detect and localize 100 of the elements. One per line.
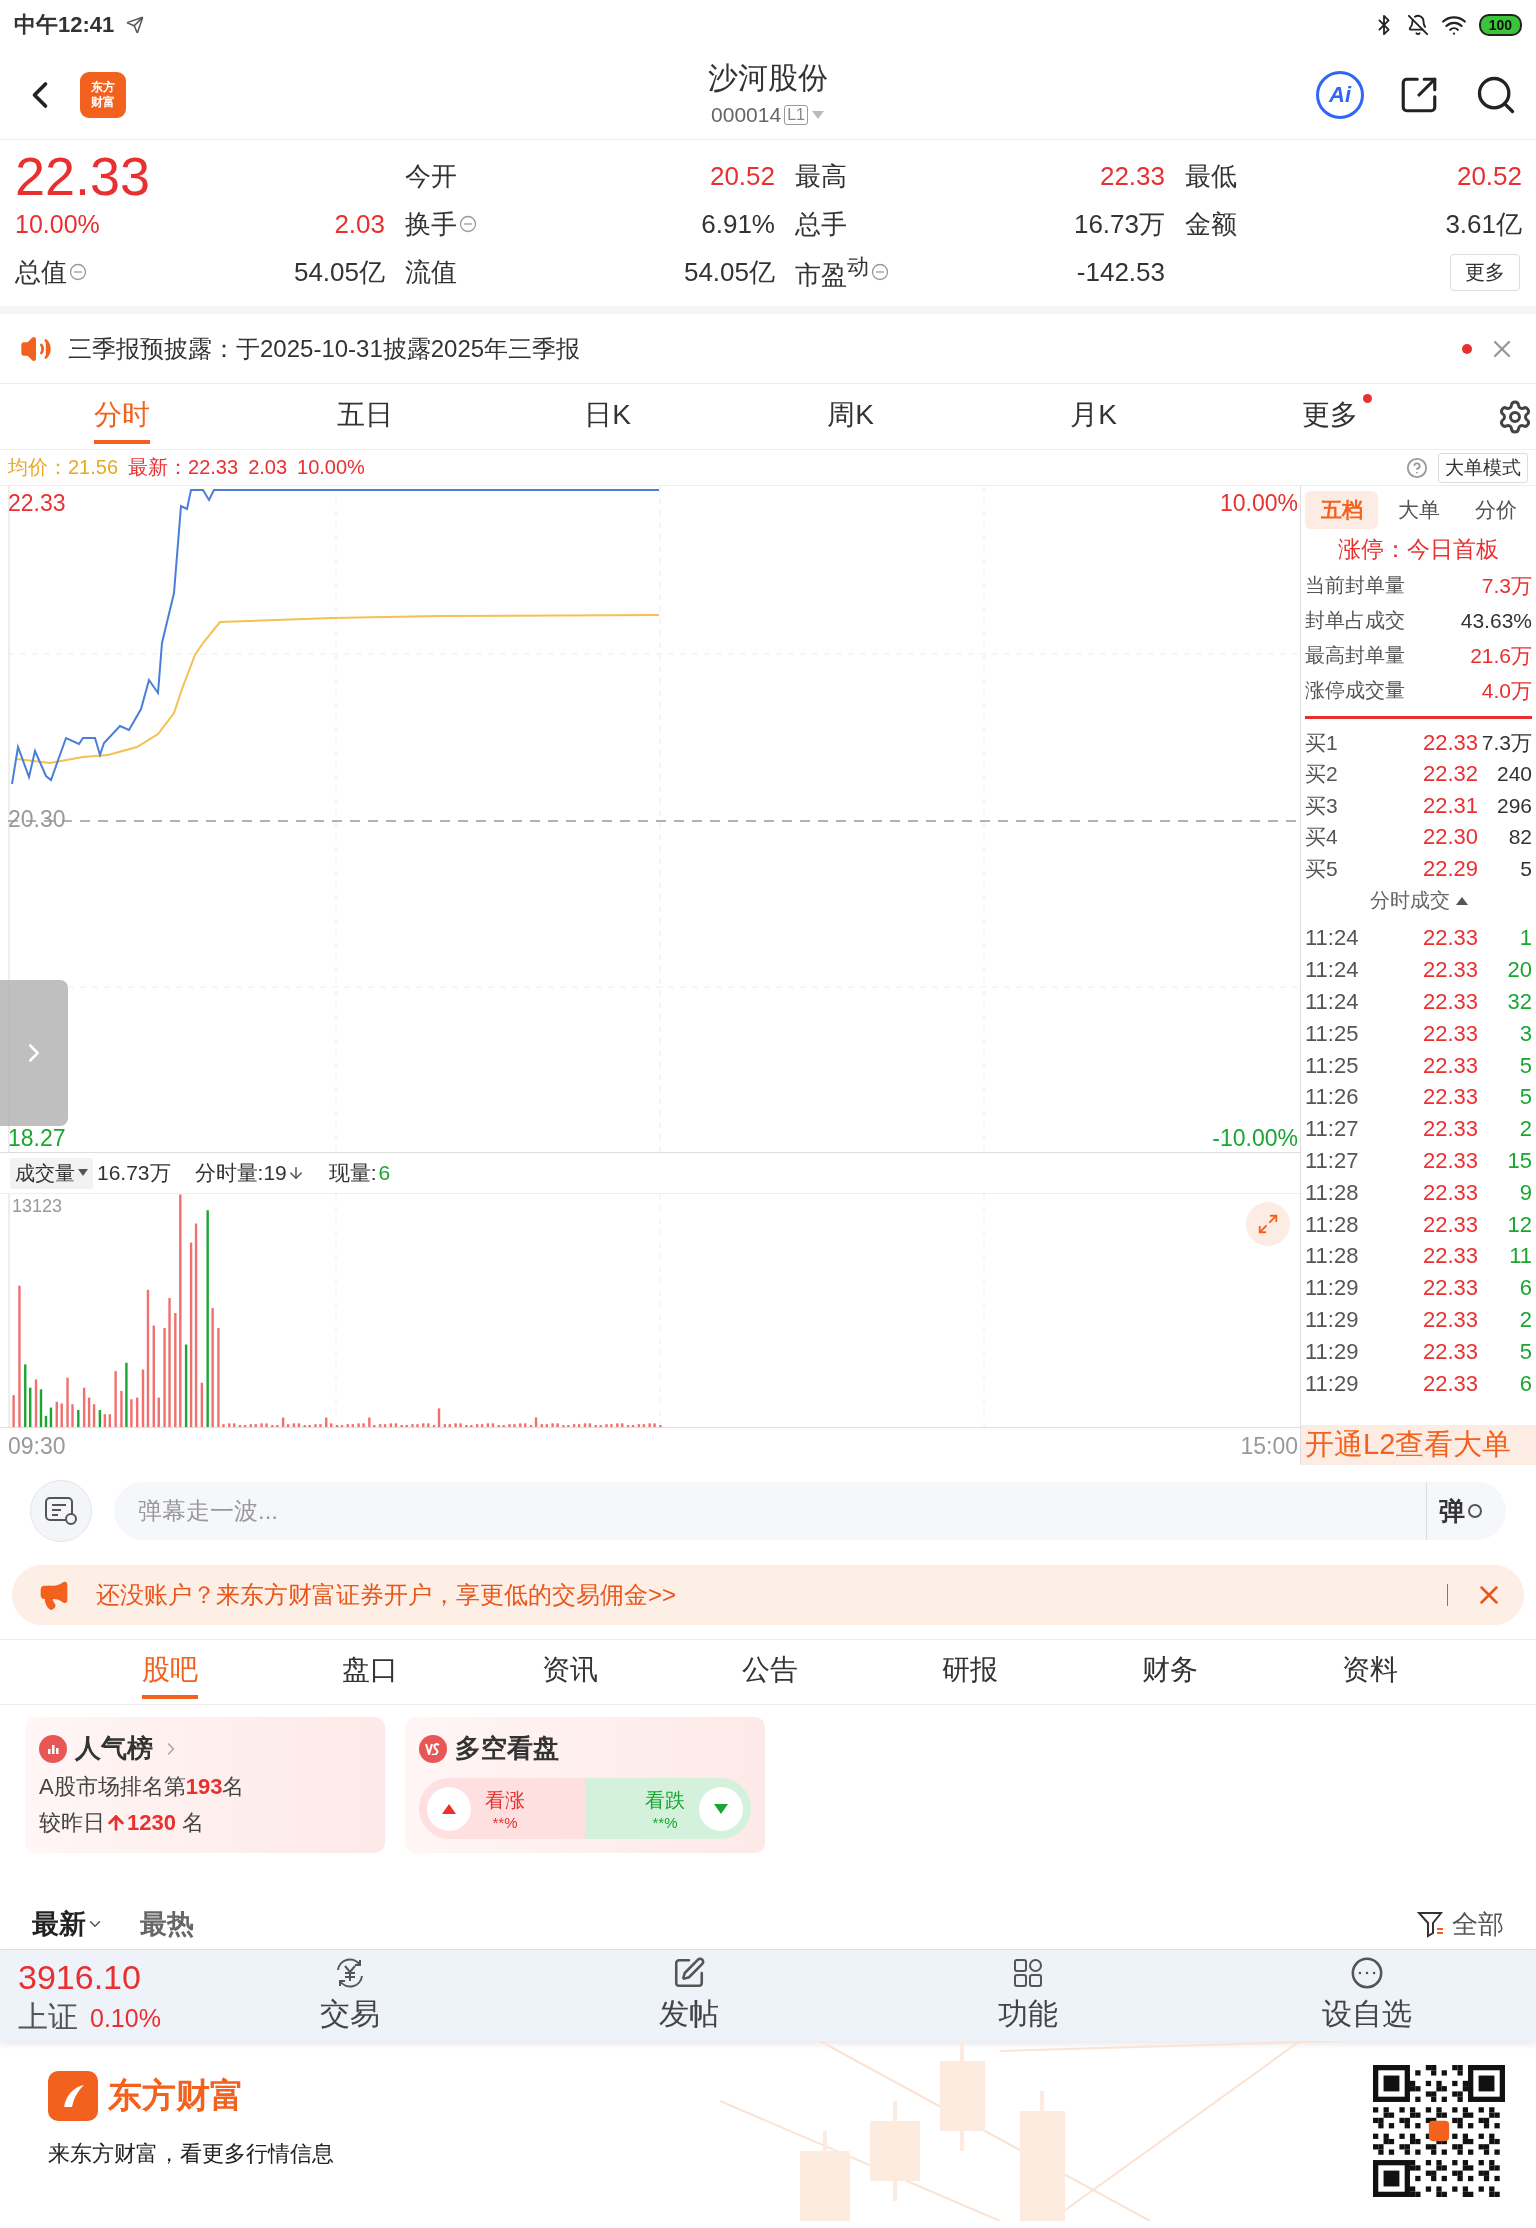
help-icon[interactable] [1406,456,1428,479]
chart-tab[interactable]: 更多 [1301,389,1372,444]
trade-volume: 6 [1518,1370,1532,1397]
settings-icon[interactable] [1497,398,1533,435]
volume-bar [77,1410,80,1427]
mute-icon [1406,14,1429,36]
chart-tab[interactable]: 日K [584,389,631,444]
chart-tab[interactable]: 五日 [336,389,393,444]
toolbar-action[interactable]: 功能 [858,1950,1197,2041]
trade-price: 22.33 [1421,1179,1478,1206]
danmaku-settings-icon [44,1496,78,1526]
more-button[interactable]: 更多 [1450,253,1520,291]
section-tab[interactable]: 盘口 [342,1645,398,1699]
axis-label: -10.00% [1212,1125,1298,1152]
volume-bar [427,1423,430,1427]
latest-price: 最新：22.33 [128,455,239,480]
bid-label: 买4 [1305,824,1339,851]
volume-bar [125,1362,128,1427]
section-tab[interactable]: 财务 [1142,1645,1198,1699]
info-icon[interactable] [871,263,889,281]
bullish-button[interactable]: 看涨 **% [419,1778,585,1839]
stock-name: 沙河股份 [708,60,828,96]
limit-stat-label: 当前封单量 [1305,573,1406,598]
volume-bar [513,1424,516,1427]
section-tab[interactable]: 资料 [1342,1645,1398,1699]
rank-change-value: 1230 名 [127,1809,205,1837]
toggle-icon [1467,1503,1483,1519]
volume-bar [66,1377,69,1427]
side-drawer-handle[interactable] [0,980,68,1126]
volume-bar [330,1423,333,1427]
up-arrow-icon [105,1812,127,1834]
bid-label: 买2 [1305,761,1339,788]
vote-percent: **% [491,1813,519,1831]
popularity-card[interactable]: 人气榜 A股市场排名第193名 较昨日 1230 名 [25,1717,385,1853]
trades-title[interactable]: 分时成交 [1369,887,1450,914]
volume-bar [648,1423,651,1427]
trade-time: 11:24 [1305,989,1360,1015]
volume-bar [254,1424,257,1427]
section-tab[interactable]: 研报 [942,1645,998,1699]
sort-tab[interactable]: 最新 [32,1906,104,1942]
volume-bar [136,1397,139,1427]
index-name[interactable]: 上证 [18,1997,78,2038]
caret-up-icon [1455,896,1468,905]
trade-price: 22.33 [1421,989,1478,1015]
volume-bar [519,1423,522,1427]
ai-button[interactable]: Ai [1316,70,1364,119]
trade-price: 22.33 [1421,957,1478,984]
panel-tab[interactable]: 分价 [1459,491,1532,529]
trade-time: 11:24 [1305,957,1360,984]
chart-icon [39,1734,67,1763]
bid-volume: 7.3万 [1480,729,1532,756]
volume-bar [610,1424,613,1427]
toolbar-action[interactable]: 发帖 [519,1950,858,2041]
ad-tagline: 来东方财富，看更多行情信息 [48,2140,334,2168]
index-change[interactable]: 0.10% [90,2004,161,2033]
trade-volume: 15 [1506,1147,1532,1174]
section-tab[interactable]: 公告 [742,1645,798,1699]
indicator-selector[interactable]: 成交量 [10,1157,93,1189]
volume-bar [524,1423,527,1427]
trade-volume: 11 [1508,1243,1532,1270]
notice-text[interactable]: 三季报预披露：于2025-10-31披露2025年三季报 [68,332,581,365]
trade-time: 11:25 [1305,1052,1360,1079]
volume-bar [200,1382,204,1427]
rank-text: A股市场排名第193名 [39,1773,246,1801]
rank-change-label: 较昨日 [39,1809,105,1837]
vote-percent: **% [651,1813,679,1831]
info-icon[interactable] [69,263,87,281]
chart-tab[interactable]: 周K [827,389,874,444]
comment-field[interactable]: 弹幕走一波... [114,1482,1426,1540]
level-badge: L1 [784,105,808,125]
volume-bar [71,1404,74,1427]
stat-value: 22.33 [1099,160,1165,192]
volume-bar [362,1423,365,1427]
limit-up-title: 涨停：今日首板 [1338,534,1499,564]
stat-value: 20.52 [1456,160,1522,192]
filter-icon[interactable] [1416,1909,1446,1939]
stat-label: 今开 [405,159,457,193]
panel-tab[interactable]: 大单 [1382,491,1455,529]
stock-code: 000014 [711,103,782,127]
bid-label: 买5 [1305,855,1339,882]
battery-indicator: 100 [1478,14,1522,36]
section-tab[interactable]: 资讯 [542,1645,598,1699]
brand-logo-icon [48,2071,98,2121]
trade-price: 22.33 [1421,1020,1478,1047]
volume-bar [454,1423,457,1427]
toolbar-action[interactable]: 设自选 [1197,1950,1536,2041]
app-logo: 东方 财富 [80,71,126,118]
mode-button[interactable]: 大单模式 [1438,452,1528,483]
danmaku-button[interactable]: 弹 [1426,1482,1506,1540]
toolbar-action[interactable]: 交易 [180,1950,519,2041]
filter-label[interactable]: 全部 [1452,1906,1504,1942]
volume-bar [120,1391,123,1427]
index-value[interactable]: 3916.10 [18,1958,180,1997]
chart-tab[interactable]: 月K [1070,389,1117,444]
expand-button[interactable] [1246,1202,1290,1246]
tick-volume: 分时量:19 [194,1160,287,1186]
stat-label: 金额 [1185,207,1237,241]
dropdown-icon[interactable] [810,110,825,120]
sort-tab[interactable]: 最热 [140,1906,194,1942]
info-icon[interactable] [459,215,477,233]
